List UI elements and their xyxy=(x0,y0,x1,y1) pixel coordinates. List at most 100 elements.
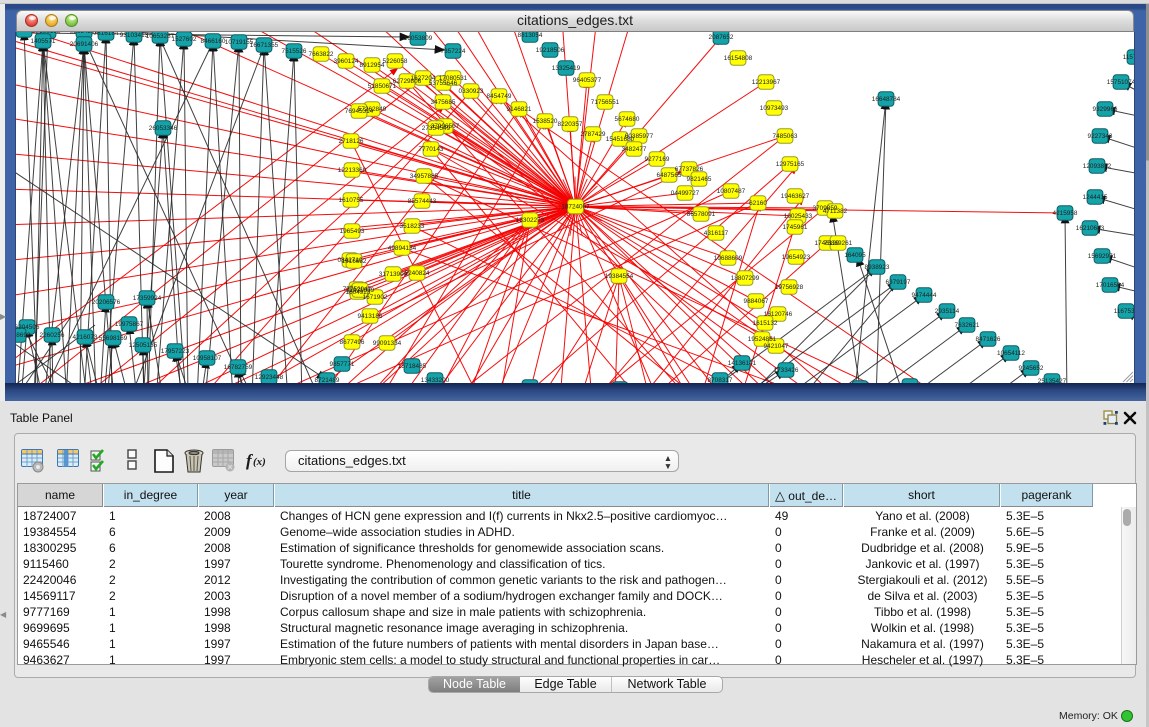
svg-text:1916682: 1916682 xyxy=(342,258,367,265)
svg-text:2787429: 2787429 xyxy=(581,131,606,138)
svg-text:15751074: 15751074 xyxy=(1107,79,1134,86)
svg-text:1965493: 1965493 xyxy=(340,228,365,235)
svg-text:2718126: 2718126 xyxy=(339,138,364,145)
svg-text:1745961: 1745961 xyxy=(783,224,808,231)
svg-text:3482477: 3482477 xyxy=(622,146,647,153)
svg-text:6204505: 6204505 xyxy=(16,324,40,331)
svg-text:19975867: 19975867 xyxy=(115,321,144,328)
svg-text:16210643: 16210643 xyxy=(1076,225,1105,232)
svg-text:8220357: 8220357 xyxy=(558,121,583,128)
svg-text:10025433: 10025433 xyxy=(784,213,813,220)
svg-text:(x): (x) xyxy=(253,456,266,468)
svg-text:9821465: 9821465 xyxy=(687,176,712,183)
svg-text:7632621: 7632621 xyxy=(955,322,980,329)
svg-text:19384554: 19384554 xyxy=(605,273,634,280)
svg-text:32931839: 32931839 xyxy=(346,287,375,294)
svg-text:8466160: 8466160 xyxy=(201,38,226,45)
svg-text:10958107: 10958107 xyxy=(193,355,222,362)
svg-text:7770143: 7770143 xyxy=(419,146,444,153)
svg-text:8677496: 8677496 xyxy=(340,339,365,346)
svg-text:9146821: 9146821 xyxy=(507,106,532,113)
svg-text:8454749: 8454749 xyxy=(487,93,512,100)
svg-text:5226058: 5226058 xyxy=(383,58,408,65)
svg-text:7485063: 7485063 xyxy=(773,133,798,140)
svg-text:6487565: 6487565 xyxy=(657,172,682,179)
svg-text:12213369: 12213369 xyxy=(338,167,367,174)
svg-text:1167531: 1167531 xyxy=(1114,308,1134,315)
svg-text:13433200: 13433200 xyxy=(421,377,450,383)
svg-text:17359924: 17359924 xyxy=(133,295,162,302)
svg-text:18807299: 18807299 xyxy=(731,275,760,282)
svg-text:2087652: 2087652 xyxy=(709,34,734,41)
svg-text:12213967: 12213967 xyxy=(752,79,781,86)
svg-text:9329966: 9329966 xyxy=(1093,106,1118,113)
svg-text:1538520: 1538520 xyxy=(533,118,558,125)
svg-text:9857771: 9857771 xyxy=(330,361,355,368)
svg-text:34957885: 34957885 xyxy=(410,173,439,180)
svg-text:85574443: 85574443 xyxy=(408,198,437,205)
svg-text:164095: 164095 xyxy=(844,252,866,259)
svg-text:62160: 62160 xyxy=(749,200,767,207)
svg-text:3960124: 3960124 xyxy=(334,58,359,65)
svg-text:17957223: 17957223 xyxy=(161,348,190,355)
svg-text:10653287: 10653287 xyxy=(146,33,175,40)
svg-text:1157231: 1157231 xyxy=(1123,54,1134,61)
svg-text:16648784: 16648784 xyxy=(872,96,901,103)
svg-text:31713900: 31713900 xyxy=(379,271,408,278)
svg-text:10654112: 10654112 xyxy=(997,350,1025,357)
svg-text:8708317: 8708317 xyxy=(708,377,733,383)
svg-text:1610755: 1610755 xyxy=(339,197,364,204)
svg-text:3158692: 3158692 xyxy=(16,332,31,339)
svg-text:17080531: 17080531 xyxy=(439,75,468,82)
svg-text:51850671: 51850671 xyxy=(368,83,397,90)
svg-text:7663822: 7663822 xyxy=(309,51,334,58)
svg-text:5240824: 5240824 xyxy=(405,270,430,277)
svg-text:5674680: 5674680 xyxy=(615,116,640,123)
svg-text:10807487: 10807487 xyxy=(717,188,746,195)
svg-text:16053809: 16053809 xyxy=(404,35,433,42)
svg-text:1405571: 1405571 xyxy=(31,38,56,45)
svg-text:13302273: 13302273 xyxy=(516,217,545,224)
svg-text:16782759: 16782759 xyxy=(224,364,253,371)
svg-text:12923448: 12923448 xyxy=(255,374,284,381)
svg-text:9474444: 9474444 xyxy=(912,292,937,299)
svg-text:7816184: 7816184 xyxy=(94,32,119,37)
svg-text:49894134: 49894134 xyxy=(388,245,417,252)
svg-text:14136141: 14136141 xyxy=(728,360,757,367)
svg-text:76945314: 76945314 xyxy=(345,108,374,115)
svg-text:20206576: 20206576 xyxy=(92,299,121,306)
svg-text:26053346: 26053346 xyxy=(149,125,178,132)
svg-text:9884067: 9884067 xyxy=(744,298,769,305)
svg-text:99091334: 99091334 xyxy=(373,340,402,347)
svg-text:13325419: 13325419 xyxy=(552,65,581,72)
svg-text:3518233: 3518233 xyxy=(400,223,425,230)
svg-text:8721489: 8721489 xyxy=(315,377,340,383)
svg-text:8471626: 8471626 xyxy=(976,336,1001,343)
svg-text:2935114: 2935114 xyxy=(935,308,960,315)
svg-text:60385977: 60385977 xyxy=(625,133,654,140)
svg-text:12093872: 12093872 xyxy=(1083,163,1112,170)
svg-text:7357224: 7357224 xyxy=(441,48,466,55)
svg-text:0433218: 0433218 xyxy=(16,32,37,34)
svg-text:16120746: 16120746 xyxy=(764,311,793,318)
svg-text:25135427: 25135427 xyxy=(1038,378,1067,383)
svg-text:67737826: 67737826 xyxy=(675,166,704,173)
svg-text:12975165: 12975165 xyxy=(776,161,805,168)
svg-text:1244415: 1244415 xyxy=(1083,194,1108,201)
svg-text:55698169: 55698169 xyxy=(99,335,128,342)
svg-text:19756928: 19756928 xyxy=(775,284,804,291)
svg-text:19654923: 19654923 xyxy=(782,254,811,261)
svg-text:12505135: 12505135 xyxy=(129,342,158,349)
svg-text:9277169: 9277169 xyxy=(645,156,670,163)
svg-text:9227343: 9227343 xyxy=(1088,133,1113,140)
svg-text:71756551: 71756551 xyxy=(591,99,620,106)
svg-text:17016504: 17016504 xyxy=(1096,282,1125,289)
svg-text:20691406: 20691406 xyxy=(70,41,99,48)
svg-text:4316117: 4316117 xyxy=(704,230,729,237)
svg-text:18724007: 18724007 xyxy=(561,204,590,211)
svg-text:8912954: 8912954 xyxy=(360,62,385,69)
svg-text:93103413: 93103413 xyxy=(120,32,149,39)
svg-text:4711382: 4711382 xyxy=(823,208,848,215)
svg-text:8813054: 8813054 xyxy=(518,32,543,39)
svg-text:27354549: 27354549 xyxy=(422,125,451,132)
